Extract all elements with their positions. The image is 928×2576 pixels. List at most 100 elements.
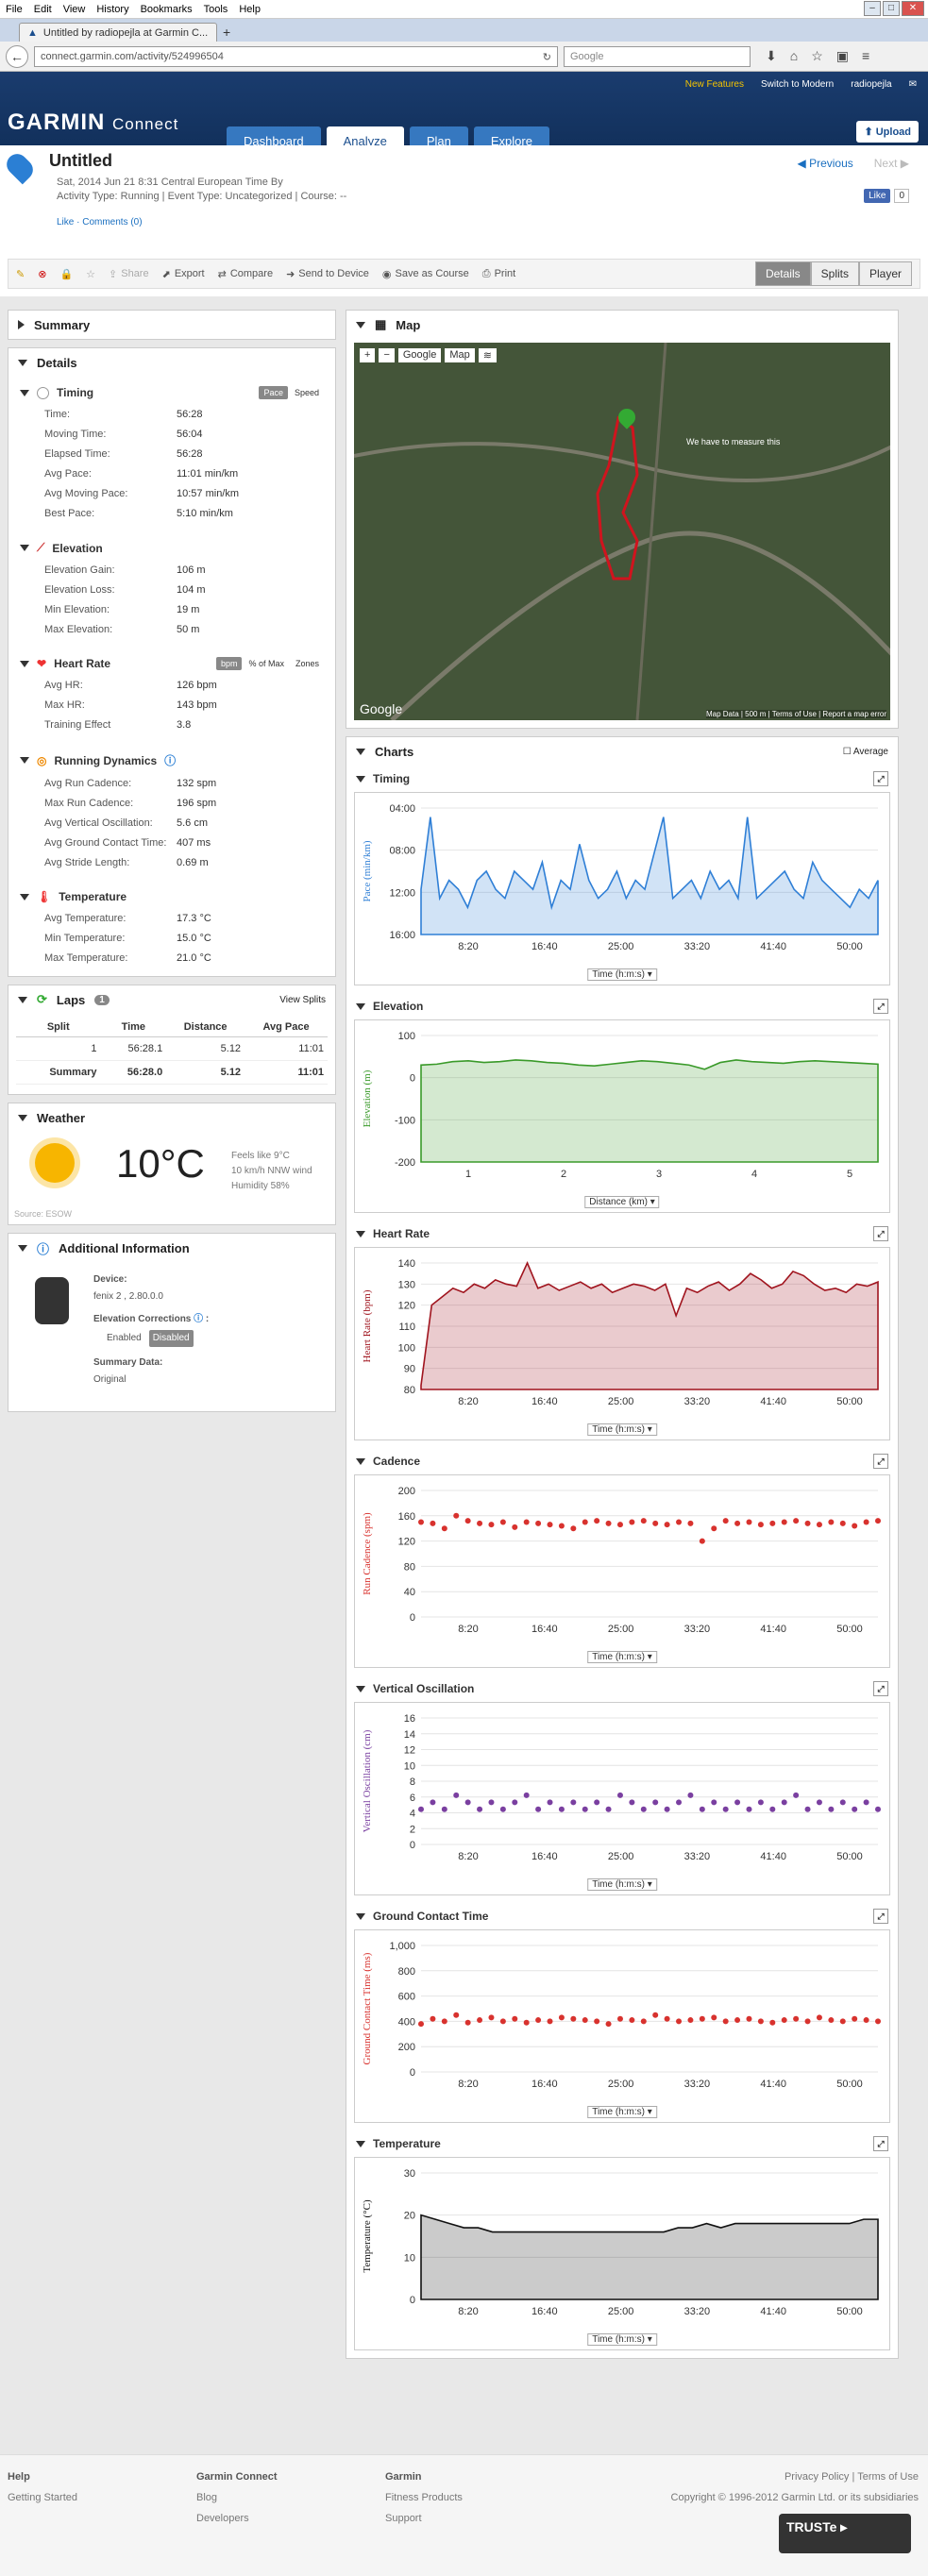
info-icon[interactable]: ⓘ	[194, 1314, 203, 1324]
chart-header-4[interactable]: Vertical Oscillation ⤢	[346, 1675, 898, 1702]
disabled-toggle[interactable]: Disabled	[148, 1330, 194, 1347]
footer-developers[interactable]: Developers	[196, 2513, 249, 2524]
pace-toggle[interactable]: Pace	[259, 386, 288, 399]
tab-player[interactable]: Player	[858, 261, 912, 286]
send-device-button[interactable]: ➜ Send to Device	[286, 268, 369, 280]
new-tab-button[interactable]: +	[223, 25, 230, 42]
new-features-link[interactable]: New Features	[685, 79, 744, 90]
footer-gc[interactable]: Garmin Connect	[196, 2471, 278, 2483]
edit-pencil-icon[interactable]: ✎	[16, 268, 25, 280]
expand-icon[interactable]: ⤢	[873, 1226, 888, 1241]
menu-icon[interactable]: ≡	[862, 48, 869, 64]
footer-support[interactable]: Support	[385, 2513, 422, 2524]
user-menu[interactable]: radiopejla	[851, 79, 891, 90]
weather-header[interactable]: Weather	[8, 1103, 335, 1132]
speed-toggle[interactable]: Speed	[289, 386, 324, 399]
menu-view[interactable]: View	[63, 4, 86, 15]
footer-getting-started[interactable]: Getting Started	[8, 2492, 77, 2503]
chart-header-2[interactable]: Heart Rate ⤢	[346, 1221, 898, 1247]
x-axis-select[interactable]: Time (h:m:s) ▾	[587, 2106, 657, 2118]
save-course-button[interactable]: ◉ Save as Course	[382, 268, 469, 280]
footer-blog[interactable]: Blog	[196, 2492, 217, 2503]
info-icon[interactable]: ⓘ	[164, 752, 176, 768]
activity-title[interactable]: Untitled	[49, 151, 112, 171]
bpm-toggle[interactable]: bpm	[215, 657, 243, 670]
expand-icon[interactable]: ⤢	[873, 1454, 888, 1469]
footer-garmin[interactable]: Garmin	[385, 2471, 422, 2483]
chart-header-1[interactable]: Elevation ⤢	[346, 993, 898, 1019]
upload-button[interactable]: ⬆ Upload	[856, 121, 919, 143]
tab-splits[interactable]: Splits	[810, 261, 859, 286]
details-header[interactable]: Details	[8, 348, 335, 377]
truste-badge[interactable]: TRUSTe ▸	[779, 2514, 911, 2553]
map-provider-select[interactable]: Google	[397, 348, 442, 362]
back-button[interactable]: ←	[6, 44, 28, 68]
expand-icon[interactable]: ⤢	[873, 2136, 888, 2151]
maximize-button[interactable]: □	[883, 1, 900, 16]
export-button[interactable]: ⬈ Export	[162, 268, 205, 280]
additional-header[interactable]: ⓘ Additional Information	[8, 1234, 335, 1262]
switch-modern-link[interactable]: Switch to Modern	[761, 79, 834, 90]
x-axis-select[interactable]: Distance (km) ▾	[584, 1196, 660, 1208]
expand-icon[interactable]: ⤢	[873, 771, 888, 786]
laps-header[interactable]: ⟳ Laps 1 View Splits	[8, 985, 335, 1014]
menu-history[interactable]: History	[96, 4, 128, 15]
expand-icon[interactable]: ⤢	[873, 999, 888, 1014]
map-type-select[interactable]: Map	[445, 348, 475, 362]
download-icon[interactable]: ⬇	[766, 48, 777, 64]
url-bar[interactable]: connect.garmin.com/activity/524996504 ↻	[34, 45, 558, 67]
home-icon[interactable]: ⌂	[790, 48, 798, 64]
bookmark-star-icon[interactable]: ☆	[811, 48, 823, 64]
expand-icon[interactable]: ⤢	[873, 1681, 888, 1696]
tab-details[interactable]: Details	[754, 261, 811, 286]
x-axis-select[interactable]: Time (h:m:s) ▾	[587, 1651, 657, 1663]
menu-bookmarks[interactable]: Bookmarks	[141, 4, 193, 15]
table-row[interactable]: 1 56:28.1 5.12 11:01	[16, 1036, 328, 1061]
summary-header[interactable]: Summary	[8, 311, 335, 339]
zoom-out-button[interactable]: −	[379, 348, 395, 362]
delete-icon[interactable]: ⊗	[38, 268, 46, 280]
footer-fitness[interactable]: Fitness Products	[385, 2492, 463, 2503]
share-button[interactable]: ⇪ Share	[109, 268, 149, 280]
pct-max-toggle[interactable]: % of Max	[244, 657, 289, 670]
chart-header-6[interactable]: Temperature ⤢	[346, 2130, 898, 2157]
mail-icon[interactable]: ✉	[909, 79, 917, 90]
x-axis-select[interactable]: Time (h:m:s) ▾	[587, 1878, 657, 1891]
x-axis-select[interactable]: Time (h:m:s) ▾	[587, 1423, 657, 1436]
lock-icon[interactable]: 🔒	[59, 268, 73, 280]
chart-header-0[interactable]: Timing ⤢	[346, 766, 898, 792]
footer-policy[interactable]: Privacy Policy | Terms of Use	[785, 2471, 919, 2483]
chart-header-5[interactable]: Ground Contact Time ⤢	[346, 1903, 898, 1929]
garmin-logo[interactable]: GARMIN Connect	[8, 109, 178, 136]
clipboard-icon[interactable]: ▣	[836, 48, 849, 64]
close-button[interactable]: ✕	[902, 1, 924, 16]
footer-help[interactable]: Help	[8, 2471, 30, 2483]
menu-tools[interactable]: Tools	[204, 4, 228, 15]
expand-icon[interactable]: ⤢	[873, 1909, 888, 1924]
x-axis-select[interactable]: Time (h:m:s) ▾	[587, 968, 657, 981]
chart-header-3[interactable]: Cadence ⤢	[346, 1448, 898, 1474]
view-splits-link[interactable]: View Splits	[279, 995, 326, 1005]
layers-icon[interactable]: ≋	[478, 348, 497, 362]
map-header[interactable]: ▦ Map	[346, 311, 898, 339]
zones-toggle[interactable]: Zones	[290, 657, 324, 670]
zoom-in-button[interactable]: +	[360, 348, 376, 362]
minimize-button[interactable]: –	[864, 1, 881, 16]
like-comments[interactable]: Like · Comments (0)	[57, 217, 143, 227]
browser-tab[interactable]: ▲ Untitled by radiopejla at Garmin C...	[19, 23, 217, 42]
reload-icon[interactable]: ↻	[543, 51, 551, 63]
favorite-star-icon[interactable]: ☆	[86, 268, 95, 280]
charts-header[interactable]: Charts ☐ Average	[346, 737, 898, 766]
compare-button[interactable]: ⇄ Compare	[218, 268, 273, 280]
facebook-like[interactable]: Like 0	[864, 189, 909, 203]
next-link[interactable]: Next ▶	[874, 157, 909, 170]
fb-like-button[interactable]: Like	[864, 189, 891, 203]
enabled-toggle[interactable]: Enabled	[103, 1330, 145, 1347]
menu-help[interactable]: Help	[239, 4, 261, 15]
map-view[interactable]: + − Google Map ≋ We have to measure this…	[354, 343, 890, 720]
average-checkbox[interactable]: ☐ Average	[843, 747, 888, 757]
print-button[interactable]: ⎙ Print	[482, 268, 515, 280]
menu-edit[interactable]: Edit	[34, 4, 52, 15]
x-axis-select[interactable]: Time (h:m:s) ▾	[587, 2333, 657, 2346]
menu-file[interactable]: File	[6, 4, 23, 15]
